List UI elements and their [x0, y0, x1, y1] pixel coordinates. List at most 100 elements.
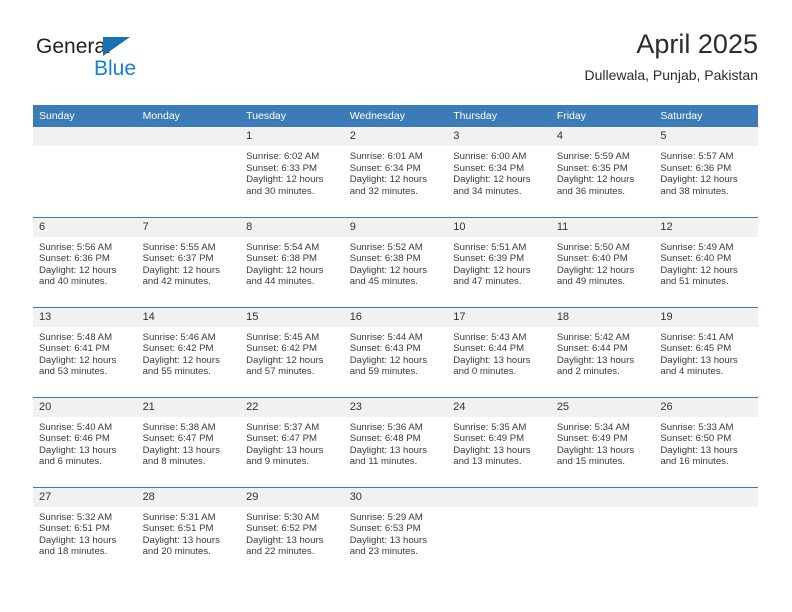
day-detail-line: and 23 minutes.	[349, 546, 418, 558]
calendar-day-cell[interactable]: 10 Sunrise: 5:51 AM Sunset: 6:39 PM Dayligh…	[447, 216, 551, 307]
calendar-day-cell[interactable]: 6 Sunrise: 5:56 AM Sunset: 6:36 PM Daylight…	[33, 216, 137, 307]
day-detail-line: Daylight: 13 hours	[660, 354, 738, 366]
day-detail-line: Sunrise: 5:44 AM	[349, 331, 423, 343]
day-detail-line: and 49 minutes.	[556, 276, 626, 288]
calendar-day-cell[interactable]: 16 Sunrise: 5:44 AM Sunset: 6:43 PM Dayligh…	[343, 306, 448, 397]
day-number: 11	[550, 217, 655, 237]
calendar-day-cell[interactable]: 2 Sunrise: 6:01 AM Sunset: 6:34 PM Daylight…	[343, 127, 448, 217]
day-number: 8	[240, 217, 344, 237]
day-details: Sunrise: 5:45 AM Sunset: 6:42 PM Daylight:…	[240, 327, 344, 378]
day-detail-line: and 36 minutes.	[556, 185, 626, 197]
day-detail-line: Daylight: 13 hours	[453, 354, 531, 366]
calendar-day-cell[interactable]: 22 Sunrise: 5:37 AM Sunset: 6:47 PM Dayligh…	[240, 396, 344, 487]
calendar-day-cell[interactable]: 4 Sunrise: 5:59 AM Sunset: 6:35 PM Daylight…	[550, 127, 655, 217]
day-detail-line: Daylight: 12 hours	[453, 264, 531, 276]
generalblue-logo[interactable]: General Blue	[36, 36, 216, 84]
day-detail-line: Daylight: 13 hours	[39, 534, 117, 546]
title-block: April 2025 Dullewala, Punjab, Pakistan	[584, 28, 758, 84]
weekday-header-friday: Friday	[550, 105, 655, 127]
day-detail-line: and 47 minutes.	[453, 276, 522, 288]
day-detail-line: and 20 minutes.	[142, 546, 211, 558]
day-detail-line: Daylight: 12 hours	[39, 354, 117, 366]
calendar-week-row: 27 Sunrise: 5:32 AM Sunset: 6:51 PM Dayligh…	[33, 486, 758, 577]
calendar-day-cell[interactable]: 17 Sunrise: 5:43 AM Sunset: 6:44 PM Dayligh…	[447, 306, 551, 397]
day-detail-line: Sunrise: 5:30 AM	[246, 511, 320, 523]
day-detail-line: Daylight: 12 hours	[39, 264, 117, 276]
logo-word-blue: Blue	[94, 57, 137, 80]
day-detail-line: and 11 minutes.	[349, 456, 418, 468]
day-detail-line: Sunrise: 5:37 AM	[246, 421, 320, 433]
day-details: Sunrise: 5:42 AM Sunset: 6:44 PM Daylight:…	[551, 327, 655, 378]
calendar-day-cell-empty	[654, 486, 758, 577]
day-detail-line: Daylight: 13 hours	[453, 444, 531, 456]
day-detail-line: Sunset: 6:38 PM	[349, 253, 421, 265]
day-number: 17	[447, 307, 551, 327]
calendar-day-cell[interactable]: 3 Sunrise: 6:00 AM Sunset: 6:34 PM Daylight…	[447, 127, 551, 217]
day-number: 9	[343, 217, 448, 237]
calendar-day-cell[interactable]: 29 Sunrise: 5:30 AM Sunset: 6:52 PM Dayligh…	[240, 486, 344, 577]
calendar-day-cell[interactable]: 19 Sunrise: 5:41 AM Sunset: 6:45 PM Dayligh…	[654, 306, 758, 397]
day-detail-line: Sunrise: 5:59 AM	[556, 151, 630, 162]
calendar-day-cell[interactable]: 20 Sunrise: 5:40 AM Sunset: 6:46 PM Dayligh…	[33, 396, 137, 487]
calendar-day-cell[interactable]: 12 Sunrise: 5:49 AM Sunset: 6:40 PM Dayligh…	[654, 216, 758, 307]
day-detail-line: Sunrise: 5:42 AM	[556, 331, 630, 343]
day-number: 30	[343, 487, 448, 507]
calendar-day-cell[interactable]: 7 Sunrise: 5:55 AM Sunset: 6:37 PM Daylight…	[136, 216, 241, 307]
day-number: 22	[240, 397, 344, 417]
day-detail-line: Daylight: 13 hours	[349, 444, 428, 456]
day-detail-line: Daylight: 12 hours	[246, 264, 324, 276]
day-details: Sunrise: 5:41 AM Sunset: 6:45 PM Daylight:…	[654, 327, 758, 378]
calendar-day-cell[interactable]: 13 Sunrise: 5:48 AM Sunset: 6:41 PM Dayligh…	[33, 306, 137, 397]
calendar-day-cell[interactable]: 11 Sunrise: 5:50 AM Sunset: 6:40 PM Dayligh…	[550, 216, 655, 307]
day-number: 25	[550, 397, 655, 417]
calendar-day-cell[interactable]: 14 Sunrise: 5:46 AM Sunset: 6:42 PM Dayligh…	[136, 306, 241, 397]
calendar-day-cell[interactable]: 28 Sunrise: 5:31 AM Sunset: 6:51 PM Dayligh…	[136, 486, 241, 577]
day-detail-line: Daylight: 12 hours	[349, 174, 428, 186]
calendar-day-cell[interactable]: 26 Sunrise: 5:33 AM Sunset: 6:50 PM Dayligh…	[654, 396, 758, 487]
calendar-day-cell[interactable]: 27 Sunrise: 5:32 AM Sunset: 6:51 PM Dayligh…	[33, 486, 137, 577]
calendar-day-cell[interactable]: 23 Sunrise: 5:36 AM Sunset: 6:48 PM Dayligh…	[343, 396, 448, 487]
calendar-day-cell[interactable]: 30 Sunrise: 5:29 AM Sunset: 6:53 PM Dayligh…	[343, 486, 448, 577]
day-details: Sunrise: 5:57 AM Sunset: 6:36 PM Daylight:…	[654, 146, 758, 197]
calendar-day-cell[interactable]: 8 Sunrise: 5:54 AM Sunset: 6:38 PM Daylight…	[240, 216, 344, 307]
calendar-day-cell[interactable]: 25 Sunrise: 5:34 AM Sunset: 6:49 PM Dayligh…	[550, 396, 655, 487]
day-detail-line: and 51 minutes.	[660, 276, 729, 288]
calendar-day-cell[interactable]: 1 Sunrise: 6:02 AM Sunset: 6:33 PM Daylight…	[240, 127, 344, 217]
day-details: Sunrise: 6:02 AM Sunset: 6:33 PM Daylight:…	[240, 146, 344, 197]
day-detail-line: and 59 minutes.	[349, 366, 418, 378]
day-detail-line: Sunrise: 6:01 AM	[349, 151, 423, 162]
day-detail-line: Sunset: 6:43 PM	[349, 343, 421, 355]
day-details: Sunrise: 5:32 AM Sunset: 6:51 PM Daylight:…	[33, 507, 137, 558]
day-number: 3	[447, 127, 551, 146]
day-detail-line: Daylight: 13 hours	[142, 534, 220, 546]
day-detail-line: Sunset: 6:47 PM	[246, 433, 318, 445]
day-detail-line: Daylight: 12 hours	[246, 354, 324, 366]
day-detail-line: Sunset: 6:49 PM	[453, 433, 525, 445]
calendar-day-cell[interactable]: 24 Sunrise: 5:35 AM Sunset: 6:49 PM Dayligh…	[447, 396, 551, 487]
calendar-day-cell[interactable]: 5 Sunrise: 5:57 AM Sunset: 6:36 PM Daylight…	[654, 127, 758, 217]
calendar-week-row: 1 Sunrise: 6:02 AM Sunset: 6:33 PM Daylight…	[33, 127, 758, 217]
day-detail-line: Sunrise: 5:57 AM	[660, 151, 734, 162]
day-details: Sunrise: 5:29 AM Sunset: 6:53 PM Daylight:…	[344, 507, 448, 558]
day-detail-line: and 6 minutes.	[39, 456, 102, 468]
day-detail-line: Sunset: 6:45 PM	[660, 343, 732, 355]
day-detail-line: Daylight: 13 hours	[556, 354, 635, 366]
day-number: 4	[550, 127, 655, 146]
weekday-header-tuesday: Tuesday	[240, 105, 344, 127]
day-detail-line: Sunset: 6:52 PM	[246, 523, 318, 535]
calendar-day-cell[interactable]: 15 Sunrise: 5:45 AM Sunset: 6:42 PM Dayligh…	[240, 306, 344, 397]
day-detail-line: Sunrise: 5:52 AM	[349, 241, 423, 253]
day-number: 16	[343, 307, 448, 327]
day-number	[550, 487, 655, 507]
day-detail-line: Sunrise: 5:51 AM	[453, 241, 527, 253]
day-detail-line: Sunrise: 5:43 AM	[453, 331, 527, 343]
day-details	[33, 146, 137, 151]
calendar-day-cell[interactable]: 21 Sunrise: 5:38 AM Sunset: 6:47 PM Dayligh…	[136, 396, 241, 487]
day-detail-line: Sunrise: 5:34 AM	[556, 421, 630, 433]
calendar-day-cell[interactable]: 9 Sunrise: 5:52 AM Sunset: 6:38 PM Daylight…	[343, 216, 448, 307]
calendar-day-cell[interactable]: 18 Sunrise: 5:42 AM Sunset: 6:44 PM Dayligh…	[550, 306, 655, 397]
day-detail-line: Sunset: 6:34 PM	[349, 162, 421, 174]
day-number	[33, 127, 137, 146]
day-detail-line: and 45 minutes.	[349, 276, 418, 288]
day-detail-line: and 30 minutes.	[246, 185, 315, 197]
